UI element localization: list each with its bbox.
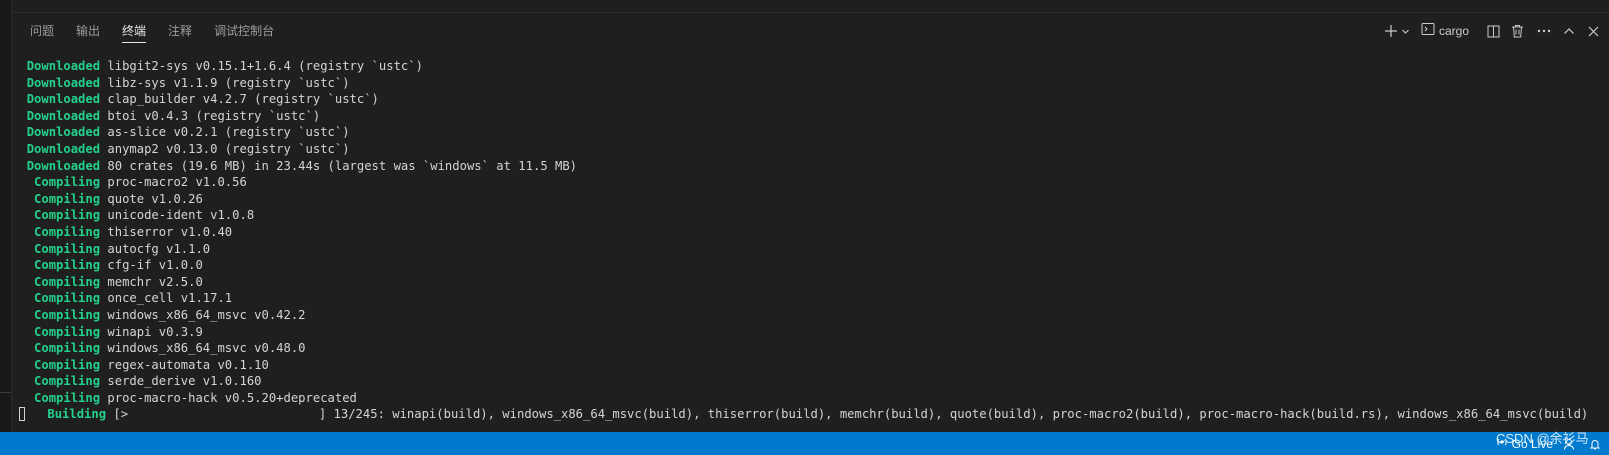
line-status: Downloaded bbox=[26, 59, 101, 73]
progress-line: Building [> ] 13/245: winapi(build), win… bbox=[12, 406, 1588, 423]
line-text: thiserror v1.0.40 bbox=[107, 224, 233, 239]
terminal-line: Compiling proc-macro2 v1.0.56 bbox=[12, 174, 1552, 191]
bell-icon[interactable] bbox=[1589, 438, 1605, 450]
line-text: proc-macro-hack v0.5.20+deprecated bbox=[107, 390, 357, 405]
terminal-line: Compiling thiserror v1.0.40 bbox=[12, 224, 1552, 241]
chevron-up-icon[interactable] bbox=[1561, 20, 1577, 42]
tab-3[interactable]: 注释 bbox=[168, 13, 192, 49]
line-status: Downloaded bbox=[26, 108, 101, 123]
terminal-name: cargo bbox=[1438, 24, 1469, 38]
left-edge-notch bbox=[0, 392, 11, 393]
progress-bar: [> ] bbox=[113, 407, 327, 422]
line-status: Compiling bbox=[26, 208, 101, 223]
panel-header: 问题 输出 终端 注释 调试控制台 cargo bbox=[12, 13, 1609, 49]
line-text: anymap2 v0.13.0 (registry `ustc`) bbox=[107, 141, 350, 156]
tab-4[interactable]: 调试控制台 bbox=[214, 13, 274, 49]
line-text: libz-sys v1.1.9 (registry `ustc`) bbox=[107, 75, 350, 90]
line-text: winapi v0.3.9 bbox=[107, 324, 203, 339]
panel-actions: cargo bbox=[1377, 13, 1601, 49]
line-status: Downloaded bbox=[26, 75, 101, 90]
line-text: 80 crates (19.6 MB) in 23.44s (largest w… bbox=[107, 158, 578, 173]
chevron-down-icon[interactable] bbox=[1401, 20, 1411, 42]
line-text: libgit2-sys v0.15.1+1.6.4 (registry `ust… bbox=[107, 59, 423, 73]
line-status: Downloaded bbox=[26, 92, 101, 107]
tab-0[interactable]: 问题 bbox=[30, 13, 54, 49]
terminal-line: Compiling memchr v2.5.0 bbox=[12, 274, 1552, 291]
left-edge bbox=[0, 0, 12, 439]
line-text: windows_x86_64_msvc v0.42.2 bbox=[107, 307, 306, 322]
terminal-line: Downloaded clap_builder v4.2.7 (registry… bbox=[12, 91, 1552, 108]
line-text: as-slice v0.2.1 (registry `ustc`) bbox=[107, 125, 350, 140]
line-status: Compiling bbox=[26, 291, 101, 306]
terminal-line: Compiling proc-macro-hack v0.5.20+deprec… bbox=[12, 390, 1552, 407]
close-icon[interactable] bbox=[1585, 20, 1601, 42]
line-status: Downloaded bbox=[26, 141, 101, 156]
line-status: Downloaded bbox=[26, 125, 101, 140]
terminal-line: Compiling windows_x86_64_msvc v0.48.0 bbox=[12, 340, 1552, 357]
line-status: Compiling bbox=[26, 224, 101, 239]
terminal-line: Compiling autocfg v1.1.0 bbox=[12, 241, 1552, 258]
terminal-cursor bbox=[19, 407, 26, 422]
watermark: CSDN @余衫马 bbox=[1496, 431, 1589, 446]
line-status: Compiling bbox=[26, 274, 101, 289]
status-bar: Go Live bbox=[0, 432, 1609, 455]
line-status: Downloaded bbox=[26, 158, 101, 173]
plus-icon[interactable] bbox=[1383, 20, 1399, 42]
line-text: once_cell v1.17.1 bbox=[107, 291, 233, 306]
tab-2[interactable]: 终端 bbox=[122, 13, 147, 49]
terminal-line: Downloaded libgit2-sys v0.15.1+1.6.4 (re… bbox=[12, 58, 1552, 75]
terminal-line: Downloaded 80 crates (19.6 MB) in 23.44s… bbox=[12, 158, 1552, 175]
line-text: proc-macro2 v1.0.56 bbox=[107, 175, 247, 190]
terminal-line: Compiling windows_x86_64_msvc v0.42.2 bbox=[12, 307, 1552, 324]
terminal-line: Compiling winapi v0.3.9 bbox=[12, 324, 1552, 341]
ellipsis-icon[interactable] bbox=[1535, 20, 1553, 42]
line-status: Compiling bbox=[26, 324, 101, 339]
line-status: Compiling bbox=[26, 241, 101, 256]
terminal-selector[interactable]: cargo bbox=[1421, 22, 1469, 41]
terminal-line: Downloaded btoi v0.4.3 (registry `ustc`) bbox=[12, 108, 1552, 125]
line-status: Compiling bbox=[26, 258, 101, 273]
terminal-line: Downloaded as-slice v0.2.1 (registry `us… bbox=[12, 124, 1552, 141]
terminal-line: Compiling quote v1.0.26 bbox=[12, 191, 1552, 208]
terminal-line: Compiling unicode-ident v1.0.8 bbox=[12, 207, 1552, 224]
line-status: Compiling bbox=[26, 191, 101, 206]
line-text: autocfg v1.1.0 bbox=[107, 241, 211, 256]
terminal-icon bbox=[1421, 22, 1435, 41]
line-status: Compiling bbox=[26, 341, 101, 356]
split-icon[interactable] bbox=[1485, 20, 1501, 42]
trash-icon[interactable] bbox=[1509, 20, 1525, 42]
line-status: Compiling bbox=[26, 374, 101, 389]
line-status: Compiling bbox=[26, 307, 101, 322]
panel-tabs: 问题 输出 终端 注释 调试控制台 bbox=[30, 13, 296, 49]
line-text: unicode-ident v1.0.8 bbox=[107, 208, 255, 223]
line-text: windows_x86_64_msvc v0.48.0 bbox=[107, 341, 306, 356]
terminal-line: Downloaded libz-sys v1.1.9 (registry `us… bbox=[12, 75, 1552, 92]
line-status: Compiling bbox=[26, 357, 101, 372]
line-text: regex-automata v0.1.10 bbox=[107, 357, 269, 372]
progress-status: Building bbox=[47, 407, 107, 422]
terminal-line: Downloaded anymap2 v0.13.0 (registry `us… bbox=[12, 141, 1552, 158]
terminal-line: Compiling cfg-if v1.0.0 bbox=[12, 257, 1552, 274]
line-text: btoi v0.4.3 (registry `ustc`) bbox=[107, 108, 321, 123]
line-text: serde_derive v1.0.160 bbox=[107, 374, 262, 389]
progress-text: 13/245: winapi(build), windows_x86_64_ms… bbox=[333, 407, 1589, 422]
vscode-panel: 问题 输出 终端 注释 调试控制台 cargo Downloaded libgi… bbox=[0, 0, 1609, 455]
line-text: quote v1.0.26 bbox=[107, 191, 203, 206]
terminal-line: Compiling serde_derive v1.0.160 bbox=[12, 373, 1552, 390]
line-status: Compiling bbox=[26, 390, 101, 405]
line-text: cfg-if v1.0.0 bbox=[107, 258, 203, 273]
line-text: clap_builder v4.2.7 (registry `ustc`) bbox=[107, 92, 379, 107]
terminal-line: Compiling once_cell v1.17.1 bbox=[12, 290, 1552, 307]
tab-1[interactable]: 输出 bbox=[76, 13, 100, 49]
terminal-line: Compiling regex-automata v0.1.10 bbox=[12, 357, 1552, 374]
terminal-output[interactable]: Downloaded libgit2-sys v0.15.1+1.6.4 (re… bbox=[12, 58, 1588, 428]
line-text: memchr v2.5.0 bbox=[107, 274, 203, 289]
line-status: Compiling bbox=[26, 175, 101, 190]
